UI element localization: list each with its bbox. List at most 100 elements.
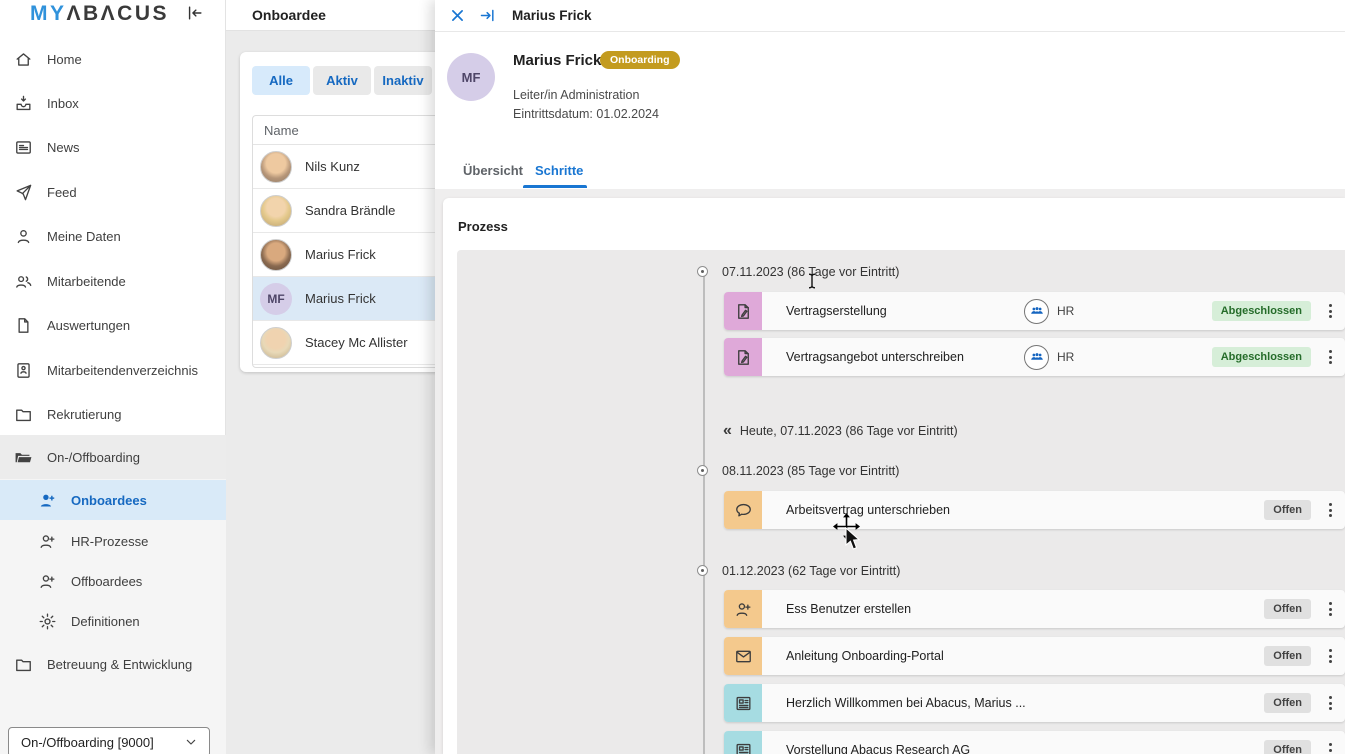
tab-uebersicht[interactable]: Übersicht bbox=[463, 163, 523, 178]
table-row-selected[interactable]: MFMarius Frick bbox=[253, 277, 451, 321]
kebab-menu-icon[interactable] bbox=[1323, 346, 1337, 368]
kebab-menu-icon[interactable] bbox=[1323, 739, 1337, 754]
app-window: MYΛBΛCUS Home Inbox News Feed Meine Date… bbox=[0, 0, 1345, 754]
task-card-ess-benutzer[interactable]: Ess Benutzer erstellen Offen bbox=[724, 590, 1345, 628]
task-label: Vertragserstellung bbox=[786, 304, 887, 318]
task-tile bbox=[724, 731, 762, 754]
chat-bubble-icon bbox=[734, 501, 753, 520]
filter-alle-button[interactable]: Alle bbox=[252, 66, 310, 95]
list-panel-title: Onboardee bbox=[252, 7, 326, 23]
sidebar-item-home[interactable]: Home bbox=[0, 37, 226, 81]
workspace-selector-dropdown[interactable]: On-/Offboarding [9000] bbox=[8, 727, 210, 754]
sidebar-item-offboardees[interactable]: Offboardees bbox=[0, 561, 226, 601]
assignee-name: HR bbox=[1057, 350, 1074, 364]
sidebar-item-inbox[interactable]: Inbox bbox=[0, 81, 226, 125]
collapse-sidebar-icon[interactable] bbox=[185, 3, 205, 23]
kebab-menu-icon[interactable] bbox=[1323, 645, 1337, 667]
kebab-menu-icon[interactable] bbox=[1323, 499, 1337, 521]
task-card-willkommen[interactable]: Herzlich Willkommen bei Abacus, Marius .… bbox=[724, 684, 1345, 722]
hr-group-icon bbox=[1024, 345, 1049, 370]
newspaper-icon bbox=[734, 741, 753, 754]
sidebar-item-label: Rekrutierung bbox=[47, 407, 121, 422]
task-assignee: HR bbox=[1024, 345, 1074, 370]
kebab-menu-icon[interactable] bbox=[1323, 598, 1337, 620]
person-add-icon bbox=[38, 532, 57, 551]
document-edit-icon bbox=[734, 302, 753, 321]
sidebar-item-rekrutierung[interactable]: Rekrutierung bbox=[0, 392, 226, 436]
sidebar-item-definitionen[interactable]: Definitionen bbox=[0, 601, 226, 641]
task-label: Vorstellung Abacus Research AG bbox=[786, 743, 970, 754]
avatar bbox=[260, 151, 292, 183]
sidebar-item-onboardees[interactable]: Onboardees bbox=[0, 480, 226, 520]
filter-inaktiv-button[interactable]: Inaktiv bbox=[374, 66, 432, 95]
status-badge: Abgeschlossen bbox=[1212, 301, 1311, 321]
filter-aktiv-button[interactable]: Aktiv bbox=[313, 66, 371, 95]
profile-name: Marius Frick bbox=[513, 52, 601, 69]
task-card-vertragserstellung[interactable]: Vertragserstellung HR Abgeschlossen bbox=[724, 292, 1345, 330]
onboardee-name: Stacey Mc Allister bbox=[305, 335, 408, 350]
timeline-node bbox=[697, 565, 708, 576]
inbox-icon bbox=[14, 94, 33, 113]
tab-schritte[interactable]: Schritte bbox=[535, 163, 583, 178]
people-icon bbox=[14, 272, 33, 291]
task-tile bbox=[724, 338, 762, 376]
contact-card-icon bbox=[14, 361, 33, 380]
task-card-vorstellung[interactable]: Vorstellung Abacus Research AG Offen bbox=[724, 731, 1345, 754]
logo-abacus: ΛBΛCUS bbox=[67, 2, 170, 25]
sidebar: MYΛBΛCUS Home Inbox News Feed Meine Date… bbox=[0, 0, 226, 754]
task-card-arbeitsvertrag[interactable]: Arbeitsvertrag unterschrieben Offen bbox=[724, 491, 1345, 529]
filter-button-group: Alle Aktiv Inaktiv bbox=[252, 66, 432, 95]
sidebar-item-label: Offboardees bbox=[71, 574, 142, 589]
person-add-icon bbox=[38, 491, 57, 510]
workspace-selector-value: On-/Offboarding [9000] bbox=[21, 735, 154, 750]
sidebar-item-label: Betreuung & Entwicklung bbox=[47, 657, 192, 672]
table-row[interactable]: Stacey Mc Allister bbox=[253, 321, 451, 365]
kebab-menu-icon[interactable] bbox=[1323, 692, 1337, 714]
status-badge: Offen bbox=[1264, 599, 1311, 619]
mail-icon bbox=[734, 647, 753, 666]
sidebar-item-on-offboarding[interactable]: On-/Offboarding bbox=[0, 435, 226, 479]
status-badge: Offen bbox=[1264, 646, 1311, 666]
table-header-name: Name bbox=[253, 116, 451, 145]
table-row[interactable]: Nils Kunz bbox=[253, 145, 451, 189]
sidebar-item-mitarbeitendenverzeichnis[interactable]: Mitarbeitendenverzeichnis bbox=[0, 348, 226, 392]
profile-avatar: MF bbox=[447, 53, 495, 101]
avatar-initials: MF bbox=[260, 283, 292, 315]
sidebar-item-auswertungen[interactable]: Auswertungen bbox=[0, 303, 226, 347]
status-badge: Offen bbox=[1264, 740, 1311, 754]
task-tile bbox=[724, 292, 762, 330]
double-chevron-left-icon: « bbox=[723, 422, 731, 440]
person-add-icon bbox=[38, 572, 57, 591]
sidebar-item-hr-prozesse[interactable]: HR-Prozesse bbox=[0, 521, 226, 561]
sidebar-item-label: On-/Offboarding bbox=[47, 450, 140, 465]
sidebar-item-label: Home bbox=[47, 52, 82, 67]
timeline-node bbox=[697, 266, 708, 277]
sidebar-item-mitarbeitende[interactable]: Mitarbeitende bbox=[0, 259, 226, 303]
task-card-vertragsangebot[interactable]: Vertragsangebot unterschreiben HR Abgesc… bbox=[724, 338, 1345, 376]
sidebar-item-label: Onboardees bbox=[71, 493, 147, 508]
sidebar-item-meine-daten[interactable]: Meine Daten bbox=[0, 214, 226, 258]
open-fullscreen-icon[interactable] bbox=[479, 7, 496, 24]
timeline-node bbox=[697, 465, 708, 476]
kebab-menu-icon[interactable] bbox=[1323, 300, 1337, 322]
table-row[interactable]: Marius Frick bbox=[253, 233, 451, 277]
table-row[interactable]: Sandra Brändle bbox=[253, 189, 451, 233]
myabacus-logo: MYΛBΛCUS bbox=[30, 2, 169, 26]
onboardee-name: Nils Kunz bbox=[305, 159, 360, 174]
detail-panel: Marius Frick MF Marius Frick Onboarding … bbox=[435, 0, 1345, 754]
task-tile bbox=[724, 637, 762, 675]
sidebar-item-label: Mitarbeitendenverzeichnis bbox=[47, 363, 198, 378]
close-icon[interactable] bbox=[449, 7, 466, 24]
timeline-line bbox=[703, 271, 705, 754]
sidebar-item-label: Definitionen bbox=[71, 614, 140, 629]
onboardee-list-panel: Onboardee Alle Aktiv Inaktiv Name Nils K… bbox=[226, 0, 456, 754]
sidebar-item-feed[interactable]: Feed bbox=[0, 170, 226, 214]
task-card-anleitung-portal[interactable]: Anleitung Onboarding-Portal Offen bbox=[724, 637, 1345, 675]
sidebar-item-news[interactable]: News bbox=[0, 125, 226, 169]
document-edit-icon bbox=[734, 348, 753, 367]
timeline-date: 07.11.2023 (86 Tage vor Eintritt) bbox=[722, 265, 899, 279]
sidebar-item-label: News bbox=[47, 140, 80, 155]
assignee-name: HR bbox=[1057, 304, 1074, 318]
sidebar-item-betreuung-entwicklung[interactable]: Betreuung & Entwicklung bbox=[0, 642, 226, 686]
sidebar-item-label: HR-Prozesse bbox=[71, 534, 148, 549]
